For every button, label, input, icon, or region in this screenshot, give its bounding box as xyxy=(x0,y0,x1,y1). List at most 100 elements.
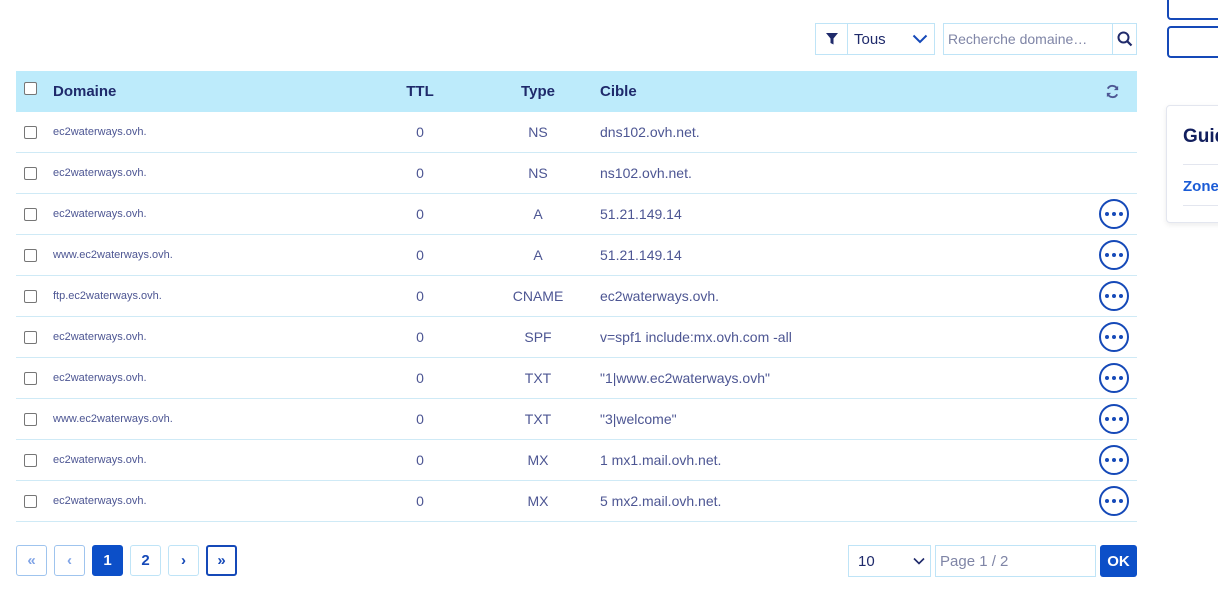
row-check-cell xyxy=(16,125,53,139)
header-ttl[interactable]: TTL xyxy=(363,83,477,100)
row-actions-button[interactable] xyxy=(1099,199,1129,229)
cell-type: MX xyxy=(527,452,549,468)
page-2-button[interactable]: 2 xyxy=(130,545,161,576)
row-checkbox[interactable] xyxy=(24,125,37,139)
go-to-page-button[interactable]: OK xyxy=(1100,545,1137,577)
table-row: ec2waterways.ovh. 0 MX 1 mx1.mail.ovh.ne… xyxy=(16,440,1137,481)
cell-domain: ec2waterways.ovh. xyxy=(53,495,147,507)
page-1-button[interactable]: 1 xyxy=(92,545,123,576)
row-checkbox[interactable] xyxy=(24,371,37,385)
filter-selected-value[interactable]: Tous xyxy=(848,31,906,48)
table-row: ftp.ec2waterways.ovh. 0 CNAME ec2waterwa… xyxy=(16,276,1137,317)
row-checkbox[interactable] xyxy=(24,207,37,221)
row-actions-button[interactable] xyxy=(1099,322,1129,352)
row-actions-button[interactable] xyxy=(1099,404,1129,434)
header-actions xyxy=(1094,84,1137,99)
domain-search-input[interactable] xyxy=(944,24,1112,54)
cell-target: 5 mx2.mail.ovh.net. xyxy=(600,493,722,509)
per-page-value: 10 xyxy=(858,552,875,570)
cell-ttl: 0 xyxy=(416,452,424,468)
cell-domain: ec2waterways.ovh. xyxy=(53,167,147,179)
table-row: ec2waterways.ovh. 0 A 51.21.149.14 xyxy=(16,194,1137,235)
row-check-cell xyxy=(16,166,53,180)
table-row: ec2waterways.ovh. 0 NS dns102.ovh.net. xyxy=(16,112,1137,153)
table-row: www.ec2waterways.ovh. 0 A 51.21.149.14 xyxy=(16,235,1137,276)
row-actions-button[interactable] xyxy=(1099,281,1129,311)
row-checkbox[interactable] xyxy=(24,248,37,262)
last-page-button[interactable]: » xyxy=(206,545,237,576)
cell-type: SPF xyxy=(524,329,552,345)
cell-target: 51.21.149.14 xyxy=(600,206,682,222)
cell-type: A xyxy=(533,247,543,263)
cell-target: 1 mx1.mail.ovh.net. xyxy=(600,452,722,468)
filter-icon[interactable] xyxy=(816,24,848,54)
cell-domain: www.ec2waterways.ovh. xyxy=(53,413,173,425)
cell-domain: ec2waterways.ovh. xyxy=(53,372,147,384)
row-actions-button[interactable] xyxy=(1099,486,1129,516)
row-check-cell xyxy=(16,453,53,467)
row-checkbox[interactable] xyxy=(24,494,37,508)
cell-actions xyxy=(1094,281,1137,311)
side-action-button[interactable] xyxy=(1167,0,1218,20)
cell-type: CNAME xyxy=(512,288,564,304)
header-type[interactable]: Type xyxy=(477,83,599,100)
chevron-down-icon[interactable] xyxy=(906,34,934,44)
cell-type: TXT xyxy=(524,411,552,427)
cell-actions xyxy=(1094,363,1137,393)
cell-type: A xyxy=(533,206,543,222)
cell-ttl: 0 xyxy=(416,493,424,509)
header-domain[interactable]: Domaine xyxy=(53,83,363,100)
search-icon[interactable] xyxy=(1112,24,1136,54)
cell-target: 51.21.149.14 xyxy=(600,247,682,263)
row-checkbox[interactable] xyxy=(24,289,37,303)
first-page-button[interactable]: « xyxy=(16,545,47,576)
cell-domain: ec2waterways.ovh. xyxy=(53,208,147,220)
header-target[interactable]: Cible xyxy=(599,83,1094,100)
cell-ttl: 0 xyxy=(416,124,424,140)
guides-card: Guides Zone DNS xyxy=(1166,105,1218,223)
domain-search xyxy=(943,23,1137,55)
type-filter[interactable]: Tous xyxy=(815,23,935,55)
prev-page-button[interactable]: ‹ xyxy=(54,545,85,576)
page-number-input[interactable] xyxy=(935,545,1096,577)
pagination: « ‹ 1 2 › » xyxy=(16,545,237,576)
table-row: ec2waterways.ovh. 0 MX 5 mx2.mail.ovh.ne… xyxy=(16,481,1137,522)
cell-type: MX xyxy=(527,493,549,509)
cell-ttl: 0 xyxy=(416,370,424,386)
table-row: ec2waterways.ovh. 0 SPF v=spf1 include:m… xyxy=(16,317,1137,358)
cell-actions xyxy=(1094,404,1137,434)
row-checkbox[interactable] xyxy=(24,453,37,467)
per-page-select[interactable]: 10 xyxy=(848,545,931,577)
table-header: Domaine TTL Type Cible xyxy=(16,71,1137,112)
row-checkbox[interactable] xyxy=(24,412,37,426)
cell-target: "1|www.ec2waterways.ovh" xyxy=(600,370,770,386)
cell-ttl: 0 xyxy=(416,329,424,345)
divider xyxy=(1183,205,1218,206)
row-actions-button[interactable] xyxy=(1099,240,1129,270)
next-page-button[interactable]: › xyxy=(168,545,199,576)
cell-target: "3|welcome" xyxy=(600,411,677,427)
select-all-checkbox[interactable] xyxy=(24,82,37,95)
cell-ttl: 0 xyxy=(416,247,424,263)
refresh-icon[interactable] xyxy=(1105,84,1120,99)
cell-actions xyxy=(1094,445,1137,475)
chevron-down-icon xyxy=(908,557,930,565)
cell-target: v=spf1 include:mx.ovh.com -all xyxy=(600,329,792,345)
dns-records-table: Domaine TTL Type Cible ec2waterways.ovh.… xyxy=(16,71,1137,522)
side-action-button[interactable] xyxy=(1167,26,1218,58)
row-checkbox[interactable] xyxy=(24,166,37,180)
cell-type: TXT xyxy=(524,370,552,386)
cell-domain: ftp.ec2waterways.ovh. xyxy=(53,290,162,302)
cell-target: ec2waterways.ovh. xyxy=(600,288,720,304)
cell-actions xyxy=(1094,199,1137,229)
select-all-cell xyxy=(16,82,53,95)
row-actions-button[interactable] xyxy=(1099,363,1129,393)
guide-link[interactable]: Zone DNS xyxy=(1183,178,1218,195)
row-check-cell xyxy=(16,248,53,262)
cell-type: NS xyxy=(528,165,548,181)
divider xyxy=(1183,164,1218,165)
cell-target: dns102.ovh.net. xyxy=(600,124,700,140)
row-actions-button[interactable] xyxy=(1099,445,1129,475)
row-checkbox[interactable] xyxy=(24,330,37,344)
cell-ttl: 0 xyxy=(416,288,424,304)
